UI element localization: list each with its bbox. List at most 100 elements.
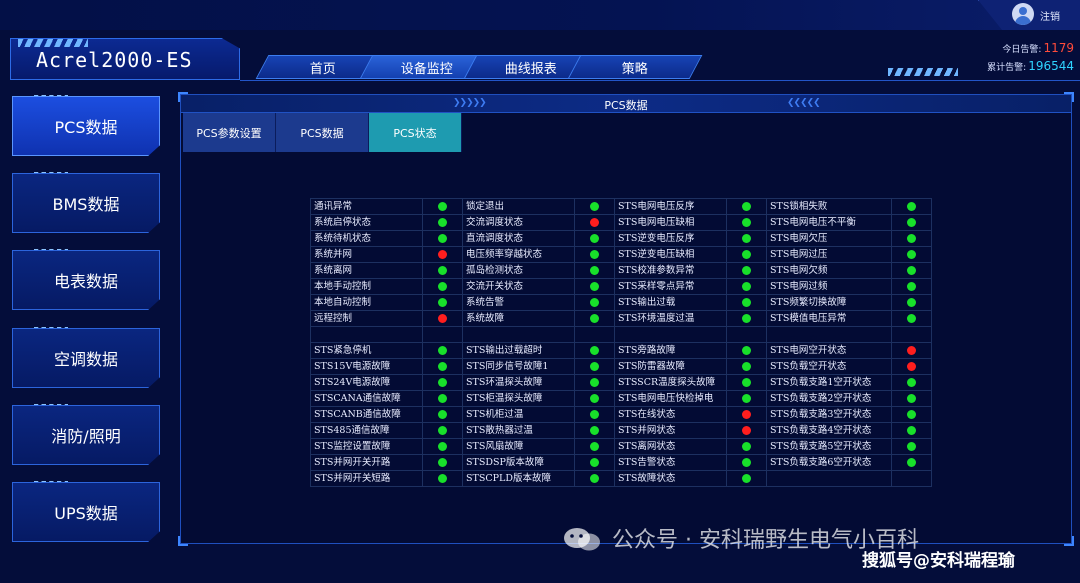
status-ok-indicator (590, 233, 599, 243)
status-indicator-cell (574, 470, 615, 487)
status-indicator-cell (574, 326, 615, 343)
watermark-sohu: 搜狐号@安科瑞程瑜 (862, 551, 1015, 571)
status-indicator-cell (422, 470, 463, 487)
status-label: 通讯异常 (310, 198, 423, 215)
user-avatar-icon[interactable] (1012, 3, 1034, 25)
status-ok-indicator (590, 265, 599, 275)
status-row: STS并网开关短路 STSCPLD版本故障 STS故障状态 (310, 470, 932, 487)
status-ok-indicator (590, 425, 599, 435)
status-label: STS电网欠压 (766, 230, 892, 247)
sidebar-item-fire-lighting[interactable]: 消防/照明 (12, 405, 160, 465)
status-ok-indicator (907, 393, 916, 403)
status-ok-indicator (590, 441, 599, 451)
status-indicator-cell (891, 214, 932, 231)
status-indicator-cell (726, 374, 767, 391)
status-indicator-cell (726, 294, 767, 311)
status-label (310, 326, 423, 343)
status-indicator-cell (726, 390, 767, 407)
panel-corner (178, 536, 188, 546)
status-label: STS柜温探头故障 (462, 390, 575, 407)
status-ok-indicator (907, 249, 916, 259)
status-ok-indicator (438, 457, 447, 467)
sidebar-item-ups[interactable]: UPS数据 (12, 482, 160, 542)
nav-tab-strategy[interactable]: 策略 (567, 55, 703, 79)
status-ok-indicator (742, 457, 751, 467)
status-label: STSCANB通信故障 (310, 406, 423, 423)
status-fault-indicator (742, 409, 751, 419)
status-ok-indicator (590, 361, 599, 371)
status-indicator-cell (891, 454, 932, 471)
sidebar-item-meter[interactable]: 电表数据 (12, 250, 160, 310)
status-ok-indicator (438, 377, 447, 387)
status-label: STS紧急停机 (310, 342, 423, 359)
status-indicator-cell (574, 390, 615, 407)
pcs-status-grid: 通讯异常 锁定退出 STS电网电压反序 STS锁相失败 系统启停状态 交流调度状态 STS电… (310, 198, 932, 487)
status-indicator-cell (726, 214, 767, 231)
sidebar-item-pcs[interactable]: PCS数据 (12, 96, 160, 156)
status-label: 系统告警 (462, 294, 575, 311)
status-ok-indicator (742, 217, 751, 227)
status-indicator-cell (891, 310, 932, 327)
status-indicator-cell (891, 326, 932, 343)
status-indicator-cell (422, 230, 463, 247)
status-indicator-cell (574, 454, 615, 471)
status-label: STS锁相失败 (766, 198, 892, 215)
wechat-icon (564, 528, 600, 551)
status-label: STSCANA通信故障 (310, 390, 423, 407)
chevrons-left-icon: ❮❮❮❮❮ (787, 98, 821, 108)
status-ok-indicator (907, 233, 916, 243)
status-ok-indicator (438, 297, 447, 307)
status-indicator-cell (574, 374, 615, 391)
status-label: STS逆变电压缺相 (614, 246, 727, 263)
status-row: 系统待机状态 直流调度状态 STS逆变电压反序 STS电网欠压 (310, 230, 932, 247)
status-indicator-cell (891, 342, 932, 359)
status-ok-indicator (590, 457, 599, 467)
status-label: STS电网电压反序 (614, 198, 727, 215)
status-ok-indicator (438, 393, 447, 403)
status-label: STS监控设置故障 (310, 438, 423, 455)
status-indicator-cell (726, 470, 767, 487)
sidebar-item-aircon[interactable]: 空调数据 (12, 328, 160, 388)
status-row: STS24V电源故障 STS环温探头故障 STSSCR温度探头故障 STS负载支路1空… (310, 374, 932, 391)
status-indicator-cell (891, 470, 932, 487)
status-ok-indicator (742, 441, 751, 451)
status-label: 系统故障 (462, 310, 575, 327)
status-label: STSDSP版本故障 (462, 454, 575, 471)
sidebar-item-bms[interactable]: BMS数据 (12, 173, 160, 233)
status-ok-indicator (590, 473, 599, 483)
status-ok-indicator (742, 361, 751, 371)
status-indicator-cell (422, 390, 463, 407)
tab-pcs-params[interactable]: PCS参数设置 (183, 113, 276, 152)
status-ok-indicator (742, 265, 751, 275)
tab-pcs-data[interactable]: PCS数据 (276, 113, 369, 152)
status-label: 系统并网 (310, 246, 423, 263)
status-label: 锁定退出 (462, 198, 575, 215)
status-ok-indicator (590, 313, 599, 323)
status-label: STS机柜过温 (462, 406, 575, 423)
status-label: 交流开关状态 (462, 278, 575, 295)
status-fault-indicator (742, 425, 751, 435)
logout-link[interactable]: 注销 (1040, 8, 1060, 23)
status-label: 交流调度状态 (462, 214, 575, 231)
app-title: Acrel2000-ES (36, 48, 193, 72)
status-label: STS逆变电压反序 (614, 230, 727, 247)
status-label: STS在线状态 (614, 406, 727, 423)
tab-pcs-status[interactable]: PCS状态 (369, 113, 462, 152)
status-indicator-cell (891, 438, 932, 455)
status-ok-indicator (907, 425, 916, 435)
status-indicator-cell (574, 438, 615, 455)
status-indicator-cell (726, 358, 767, 375)
status-indicator-cell (574, 422, 615, 439)
status-ok-indicator (590, 345, 599, 355)
status-label: STS电网空开状态 (766, 342, 892, 359)
status-ok-indicator (590, 249, 599, 259)
status-indicator-cell (726, 310, 767, 327)
status-label: STS同步信号故障1 (462, 358, 575, 375)
status-indicator-cell (422, 342, 463, 359)
panel-corner (178, 92, 188, 102)
status-label: STSSCR温度探头故障 (614, 374, 727, 391)
status-label: STS负载支路2空开状态 (766, 390, 892, 407)
status-row: STS紧急停机 STS输出过载超时 STS旁路故障 STS电网空开状态 (310, 342, 932, 359)
status-label: STS输出过载超时 (462, 342, 575, 359)
status-indicator-cell (726, 454, 767, 471)
